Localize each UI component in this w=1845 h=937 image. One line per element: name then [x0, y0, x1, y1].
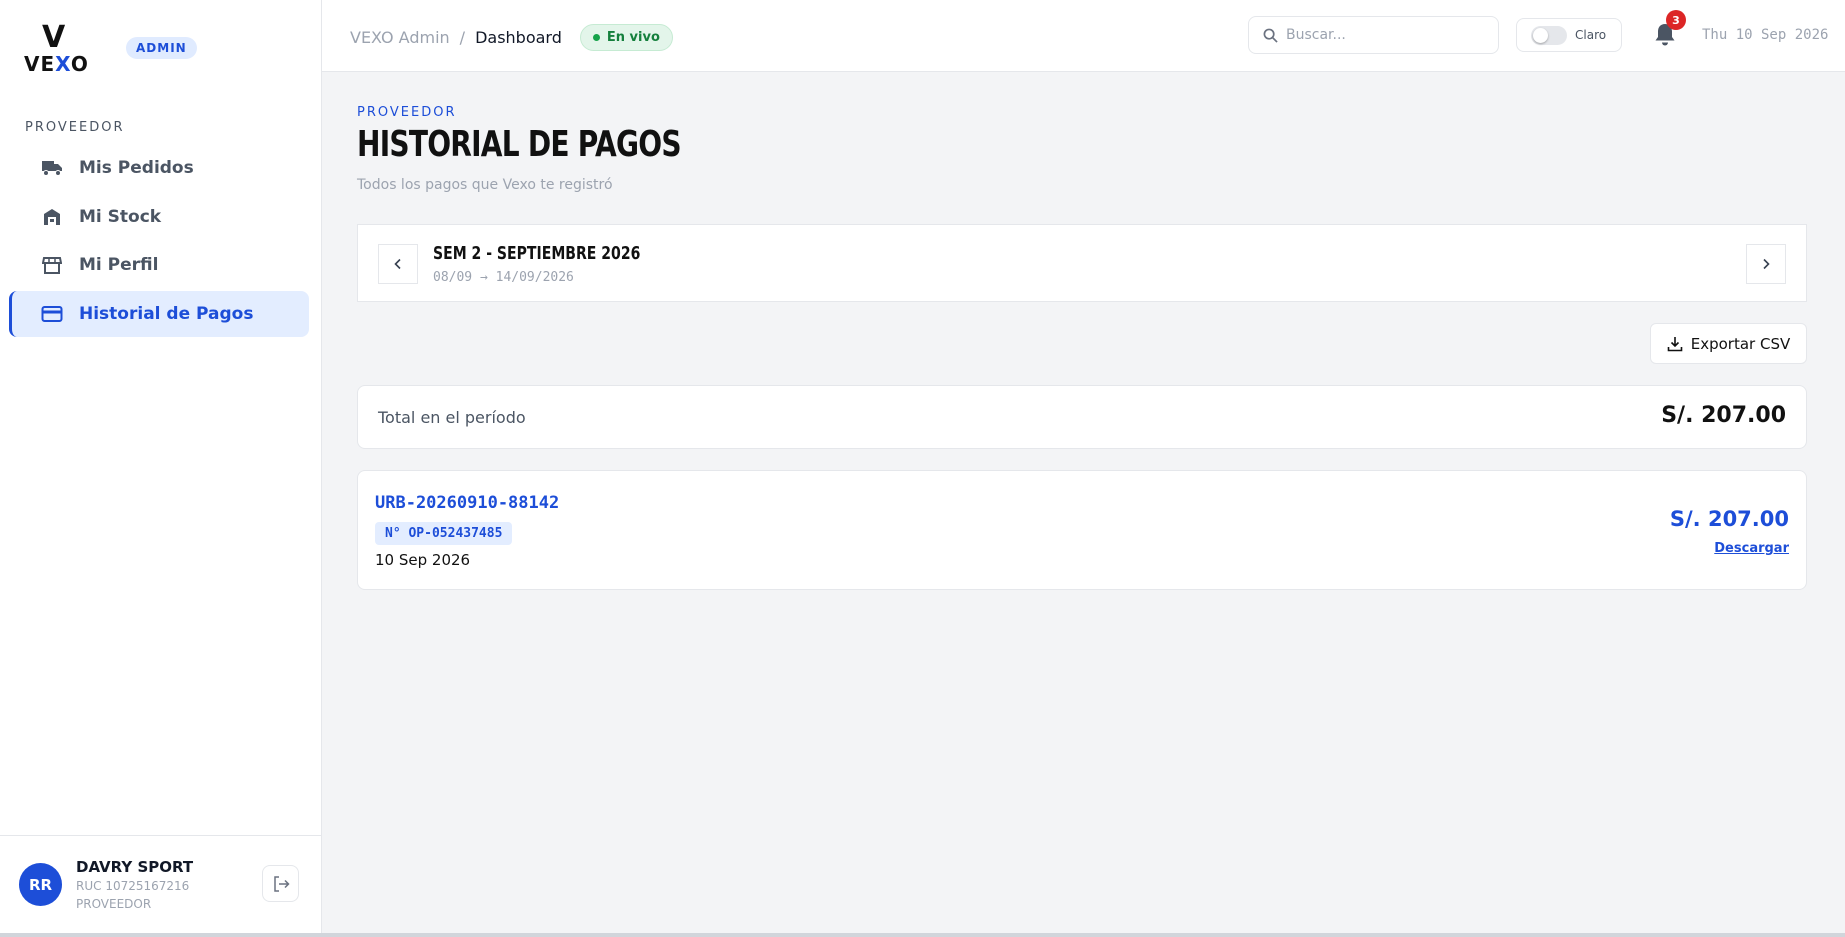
- top-header: VEXO Admin / Dashboard En vivo Claro 3 T…: [322, 0, 1845, 72]
- user-ruc: RUC 10725167216: [76, 879, 190, 893]
- week-range: 08/09 → 14/09/2026: [433, 270, 574, 285]
- search-box[interactable]: [1248, 16, 1499, 54]
- user-panel: RR DAVRY SPORT RUC 10725167216 PROVEEDOR: [0, 835, 321, 933]
- header-date: Thu 10 Sep 2026: [1702, 27, 1829, 43]
- store-icon: [41, 254, 63, 276]
- notification-count-badge: 3: [1666, 10, 1686, 30]
- sidebar-nav: Mis Pedidos Mi Stock Mi Perfil Historial…: [9, 145, 309, 339]
- sidebar-item-label: Historial de Pagos: [79, 303, 254, 324]
- export-csv-button[interactable]: Exportar CSV: [1650, 323, 1807, 364]
- sidebar-item-mi-stock[interactable]: Mi Stock: [9, 194, 309, 240]
- breadcrumb-current: Dashboard: [475, 28, 562, 47]
- sidebar-item-mis-pedidos[interactable]: Mis Pedidos: [9, 145, 309, 191]
- live-dot-icon: [592, 34, 600, 41]
- page-title: HISTORIAL DE PAGOS: [357, 124, 682, 165]
- payment-code[interactable]: URB-20260910-88142: [375, 493, 559, 513]
- sidebar-item-historial-de-pagos[interactable]: Historial de Pagos: [9, 290, 309, 337]
- breadcrumb-root[interactable]: VEXO Admin: [350, 28, 450, 47]
- live-status-badge: En vivo: [579, 24, 673, 51]
- credit-card-icon: [41, 303, 63, 325]
- sidebar-item-mi-perfil[interactable]: Mi Perfil: [9, 242, 309, 288]
- export-label: Exportar CSV: [1690, 334, 1791, 353]
- payment-op-badge: N° OP-052437485: [375, 522, 513, 545]
- admin-badge: ADMIN: [126, 37, 197, 59]
- warehouse-icon: [41, 206, 63, 228]
- payment-row: URB-20260910-88142 N° OP-052437485 10 Se…: [357, 470, 1807, 590]
- theme-switch[interactable]: [1531, 25, 1567, 45]
- search-input[interactable]: [1286, 27, 1476, 43]
- brand: V VEXO ADMIN: [24, 23, 197, 77]
- page-eyebrow: PROVEEDOR: [357, 105, 457, 120]
- download-receipt-link[interactable]: Descargar: [1714, 541, 1789, 556]
- payment-amount: S/. 207.00: [1669, 507, 1789, 531]
- theme-toggle[interactable]: Claro: [1516, 18, 1622, 52]
- vexo-logo[interactable]: V VEXO: [24, 23, 88, 77]
- breadcrumb: VEXO Admin / Dashboard En vivo: [350, 24, 673, 51]
- logout-button[interactable]: [262, 865, 299, 902]
- next-week-button[interactable]: [1746, 244, 1786, 284]
- breadcrumb-separator: /: [459, 28, 466, 47]
- total-value: S/. 207.00: [1661, 403, 1786, 428]
- user-role: PROVEEDOR: [76, 897, 152, 911]
- payment-date: 10 Sep 2026: [375, 551, 471, 569]
- sidebar: V VEXO ADMIN PROVEEDOR Mis Pedidos Mi St…: [0, 0, 322, 933]
- window-bottom-edge: [0, 933, 1845, 937]
- page-subtitle: Todos los pagos que Vexo te registró: [357, 177, 613, 193]
- total-label: Total en el período: [378, 408, 526, 427]
- truck-icon: [41, 157, 63, 179]
- avatar[interactable]: RR: [19, 863, 62, 906]
- logout-icon: [273, 875, 290, 892]
- week-title: SEM 2 - SEPTIEMBRE 2026: [433, 243, 641, 264]
- user-name: DAVRY SPORT: [76, 858, 194, 876]
- download-icon: [1667, 336, 1683, 351]
- search-icon: [1263, 28, 1278, 43]
- chevron-left-icon: [394, 258, 401, 270]
- period-total-card: Total en el período S/. 207.00: [357, 385, 1807, 449]
- theme-label: Claro: [1575, 28, 1607, 42]
- sidebar-item-label: Mi Perfil: [79, 255, 159, 275]
- sidebar-item-label: Mis Pedidos: [79, 158, 194, 178]
- chevron-right-icon: [1763, 258, 1770, 270]
- sidebar-section-label: PROVEEDOR: [25, 120, 125, 135]
- week-selector: SEM 2 - SEPTIEMBRE 2026 08/09 → 14/09/20…: [357, 224, 1807, 302]
- sidebar-item-label: Mi Stock: [79, 206, 162, 227]
- prev-week-button[interactable]: [378, 244, 418, 284]
